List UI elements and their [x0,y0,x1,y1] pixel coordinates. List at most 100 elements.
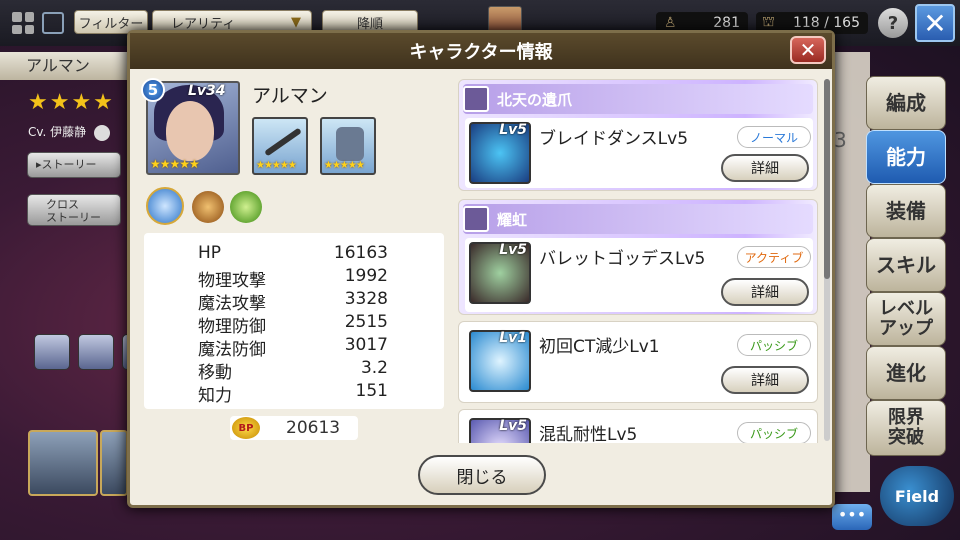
story-label: ストーリー [41,158,97,171]
stat-intelligence: 知力 151 [198,381,388,406]
nav-ability[interactable]: 能力 [866,130,946,184]
skill-name: 混乱耐性Lv5 [539,425,638,443]
bg-character-name: アルマン [0,52,130,80]
close-icon[interactable]: ✕ [790,36,826,64]
nav-limit-break[interactable]: 限界 突破 [866,400,946,456]
stat-label: 魔法攻撃 [198,294,266,314]
blade-dance-skill-icon: Lv5 [469,122,531,184]
skill-level: Lv5 [499,418,527,434]
tile-coat-icon[interactable] [34,334,70,370]
skill-type-badge: ノーマル [737,126,811,148]
stat-value: 151 [355,381,388,401]
person-icon: ♙ [664,15,677,31]
bg-rarity-stars: ★★★★ [28,90,115,115]
stat-label: HP [198,243,222,263]
portrait-face [166,101,214,161]
bg-unit-card[interactable] [28,430,98,496]
skill-card: Lv1 初回CT減少Lv1 パッシブ 詳細 [458,321,818,403]
stat-value: 3328 [344,289,388,309]
skill-body: Lv5 混乱耐性Lv5 パッシブ [465,414,813,443]
chat-icon[interactable]: ••• [832,504,872,530]
character-info-modal: キャラクター情報 ✕ 5 Lv34 ★★★★★ アルマン ★★★★★ ★★★★★… [127,30,835,508]
modal-title: キャラクター情報 [409,42,553,63]
stat-physical-defense: 物理防御 2515 [198,312,388,337]
modal-header: キャラクター情報 ✕ [130,33,832,69]
skill-card: Lv5 混乱耐性Lv5 パッシブ [458,409,818,443]
element-earth-icon [192,191,224,223]
stat-hp: HP 16163 [198,243,388,263]
element-wind-icon [230,191,262,223]
armor-stars: ★★★★★ [324,160,365,171]
portrait-stars: ★★★★★ [150,157,200,171]
skill-name: バレットゴッデスLv5 [539,249,706,269]
skill-group-header: 北天の遺爪 [463,84,813,114]
close-button[interactable]: 閉じる [418,455,546,495]
skill-card: 耀虹 Lv5 バレットゴッデスLv5 アクティブ 詳細 [458,199,818,315]
weapon-equip-slot[interactable]: ★★★★★ [252,117,308,175]
skill-level: Lv5 [499,242,527,258]
stamina-value: 281 [713,15,740,31]
weapon-claw-icon [463,86,489,112]
skill-type-badge: アクティブ [737,246,811,268]
nav-evolution[interactable]: 進化 [866,346,946,400]
stat-label: 知力 [198,386,232,406]
skill-detail-button[interactable]: 詳細 [721,154,809,182]
stat-physical-attack: 物理攻撃 1992 [198,266,388,291]
tile-shield-icon[interactable] [78,334,114,370]
stat-value: 16163 [333,243,388,263]
cross-story-button[interactable]: クロス ストーリー [27,194,121,226]
capacity-value: 118 / 165 [792,15,860,31]
skill-card: 北天の遺爪 Lv5 ブレイドダンスLv5 ノーマル 詳細 [458,79,818,191]
stat-value: 1992 [344,266,388,286]
nav-formation[interactable]: 編成 [866,76,946,130]
bg-right-panel: 3 [830,52,870,492]
skill-group-name: 耀虹 [497,210,528,229]
character-name: アルマン [252,85,328,107]
skill-body: Lv5 バレットゴッデスLv5 アクティブ 詳細 [465,238,813,312]
chevron-down-icon: ▼ [291,14,301,30]
stat-label: 移動 [198,363,232,383]
stat-label: 物理防御 [198,317,266,337]
story-button[interactable]: ▸ストーリー [27,152,121,178]
bg-unit-card[interactable] [100,430,128,496]
microphone-icon[interactable] [94,124,111,141]
exit-icon[interactable]: ✕ [915,4,955,42]
armor-icon [336,127,364,161]
list-view-icon[interactable] [42,12,64,34]
confusion-resist-skill-icon: Lv5 [469,418,531,443]
nav-equipment[interactable]: 装備 [866,184,946,238]
cv-label: Cv. 伊藤静 [28,125,87,139]
skill-group-name: 北天の遺爪 [497,90,573,109]
stats-panel: HP 16163 物理攻撃 1992 魔法攻撃 3328 物理防御 2515 魔法防御 3… [144,233,444,409]
weapon-gun-icon [463,206,489,232]
nav-skill[interactable]: スキル [866,238,946,292]
armor-equip-slot[interactable]: ★★★★★ [320,117,376,175]
clock-skill-icon: Lv1 [469,330,531,392]
help-icon[interactable]: ? [878,8,908,38]
stat-magic-defense: 魔法防御 3017 [198,335,388,360]
nav-level-up[interactable]: レベル アップ [866,292,946,346]
skill-list[interactable]: 北天の遺爪 Lv5 ブレイドダンスLv5 ノーマル 詳細 耀虹 Lv5 バレット… [458,79,820,443]
skill-name: ブレイドダンスLv5 [539,129,689,149]
skill-level: Lv5 [499,122,527,138]
grid-view-icon[interactable] [12,12,34,34]
skill-detail-button[interactable]: 詳細 [721,278,809,306]
skill-body: Lv5 ブレイドダンスLv5 ノーマル 詳細 [465,118,813,188]
stat-value: 3017 [344,335,388,355]
stat-magic-attack: 魔法攻撃 3328 [198,289,388,314]
skill-type-badge: パッシブ [737,422,811,443]
stat-movement: 移動 3.2 [198,358,388,383]
skill-group-header: 耀虹 [463,204,813,234]
skill-detail-button[interactable]: 詳細 [721,366,809,394]
skill-level: Lv1 [499,330,527,346]
skill-scroll-thumb[interactable] [824,79,830,279]
skill-name: 初回CT減少Lv1 [539,337,660,357]
stat-label: 物理攻撃 [198,271,266,291]
sword-icon [264,127,302,157]
stat-label: 魔法防御 [198,340,266,360]
rank-badge: 5 [141,78,165,102]
skill-type-badge: パッシブ [737,334,811,356]
field-icon[interactable]: Field [880,466,954,526]
class-sword-icon [146,187,184,225]
weapon-stars: ★★★★★ [256,160,297,171]
